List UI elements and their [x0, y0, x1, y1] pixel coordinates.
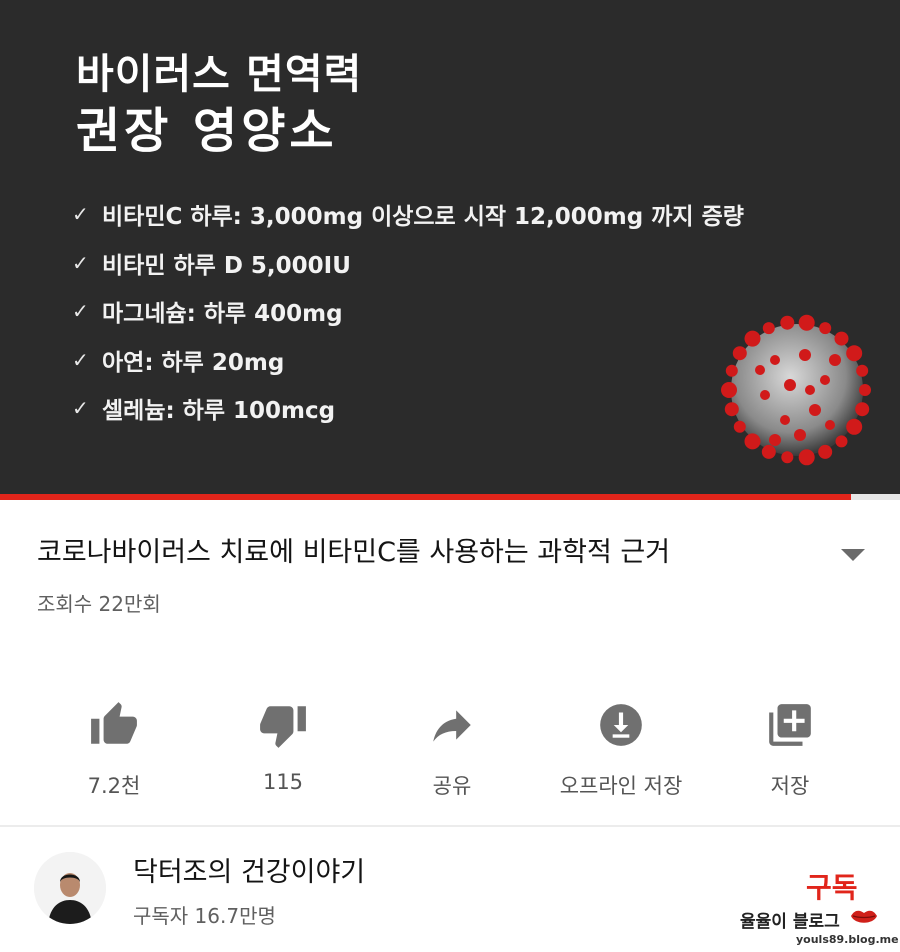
blog-watermark: 율율이 블로그 youls89.blog.me — [730, 905, 899, 951]
nutrient-text: 비타민C 하루: 3,000mg 이상으로 시작 12,000mg 까지 증량 — [102, 204, 744, 231]
video-info: 코로나바이러스 치료에 비타민C를 사용하는 과학적 근거 조회수 22만회 — [37, 528, 797, 617]
nutrient-item: ✓ 비타민 하루 D 5,000IU — [72, 239, 744, 288]
subscribe-button[interactable]: 구독 — [806, 866, 858, 906]
save-button[interactable]: 저장 — [690, 700, 890, 800]
playlist-add-icon — [769, 704, 811, 746]
share-label: 공유 — [432, 774, 472, 798]
person-avatar-icon — [34, 852, 106, 924]
nutrient-item: ✓ 아연: 하루 20mg — [72, 336, 744, 385]
check-icon: ✓ — [72, 202, 89, 227]
video-progress-bar[interactable] — [0, 494, 900, 500]
thumbnail-heading: 바이러스 면역력 권장 영양소 — [76, 48, 362, 162]
nutrient-text: 아연: 하루 20mg — [102, 349, 285, 376]
thumbs-down-icon — [260, 706, 306, 748]
coronavirus-illustration — [721, 314, 871, 466]
check-icon: ✓ — [72, 396, 89, 421]
video-player[interactable]: 바이러스 면역력 권장 영양소 ✓ 비타민C 하루: 3,000mg 이상으로 … — [0, 0, 900, 500]
thumbnail-heading-line1: 바이러스 면역력 — [76, 50, 363, 98]
check-icon: ✓ — [72, 299, 89, 324]
nutrient-text: 마그네슘: 하루 400mg — [102, 301, 343, 328]
nutrient-item: ✓ 마그네슘: 하루 400mg — [72, 287, 744, 336]
nutrient-item: ✓ 비타민C 하루: 3,000mg 이상으로 시작 12,000mg 까지 증… — [72, 190, 744, 239]
nutrient-item: ✓ 셀레늄: 하루 100mcg — [72, 384, 744, 433]
section-divider — [0, 825, 900, 827]
check-icon: ✓ — [72, 347, 89, 372]
lips-icon — [851, 910, 877, 923]
subscriber-count: 구독자 16.7만명 — [133, 904, 276, 928]
share-arrow-icon — [433, 710, 471, 742]
offline-save-label: 오프라인 저장 — [559, 774, 683, 798]
check-icon: ✓ — [72, 250, 89, 275]
watermark-url: youls89.blog.me — [796, 933, 899, 946]
download-icon — [600, 704, 642, 746]
channel-name[interactable]: 닥터조의 건강이야기 — [133, 850, 365, 889]
video-title: 코로나바이러스 치료에 비타민C를 사용하는 과학적 근거 — [37, 537, 671, 568]
nutrient-text: 셀레늄: 하루 100mcg — [102, 398, 336, 425]
action-bar: 7.2천 115 공유 오프라인 저장 저장 — [0, 700, 900, 810]
video-progress-fill — [0, 494, 851, 500]
nutrient-list: ✓ 비타민C 하루: 3,000mg 이상으로 시작 12,000mg 까지 증… — [72, 190, 744, 433]
thumbs-up-icon — [91, 702, 137, 744]
nutrient-text: 비타민 하루 D 5,000IU — [102, 252, 351, 279]
thumbnail-heading-line2: 권장 영양소 — [76, 103, 338, 159]
chevron-down-icon[interactable] — [839, 547, 867, 563]
watermark-text: 율율이 블로그 — [740, 912, 840, 932]
dislike-count: 115 — [262, 770, 304, 794]
like-count: 7.2천 — [87, 774, 141, 798]
view-count: 조회수 22만회 — [37, 592, 161, 616]
channel-avatar[interactable] — [34, 852, 106, 924]
save-label: 저장 — [770, 774, 810, 798]
